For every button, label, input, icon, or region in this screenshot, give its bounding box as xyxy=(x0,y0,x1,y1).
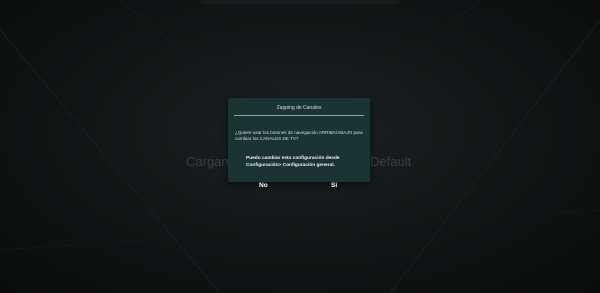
dialog-note: Puedo cambiar esta configuración desde C… xyxy=(246,156,340,168)
dialog-divider xyxy=(234,115,364,116)
yes-button[interactable]: Si xyxy=(331,182,337,189)
background-label-left: Cargan xyxy=(186,154,229,169)
tv-screen: Cargan Default Zapping de Canales ¿Quier… xyxy=(0,0,600,293)
no-button[interactable]: No xyxy=(259,182,268,189)
zapping-dialog: Zapping de Canales ¿Quiere usar los boto… xyxy=(228,98,370,182)
top-bar xyxy=(200,0,400,4)
dialog-question: ¿Quiere usar los botones de navegación A… xyxy=(235,130,363,141)
background-label-right: Default xyxy=(370,154,412,169)
dialog-title: Zapping de Canales xyxy=(276,105,322,111)
